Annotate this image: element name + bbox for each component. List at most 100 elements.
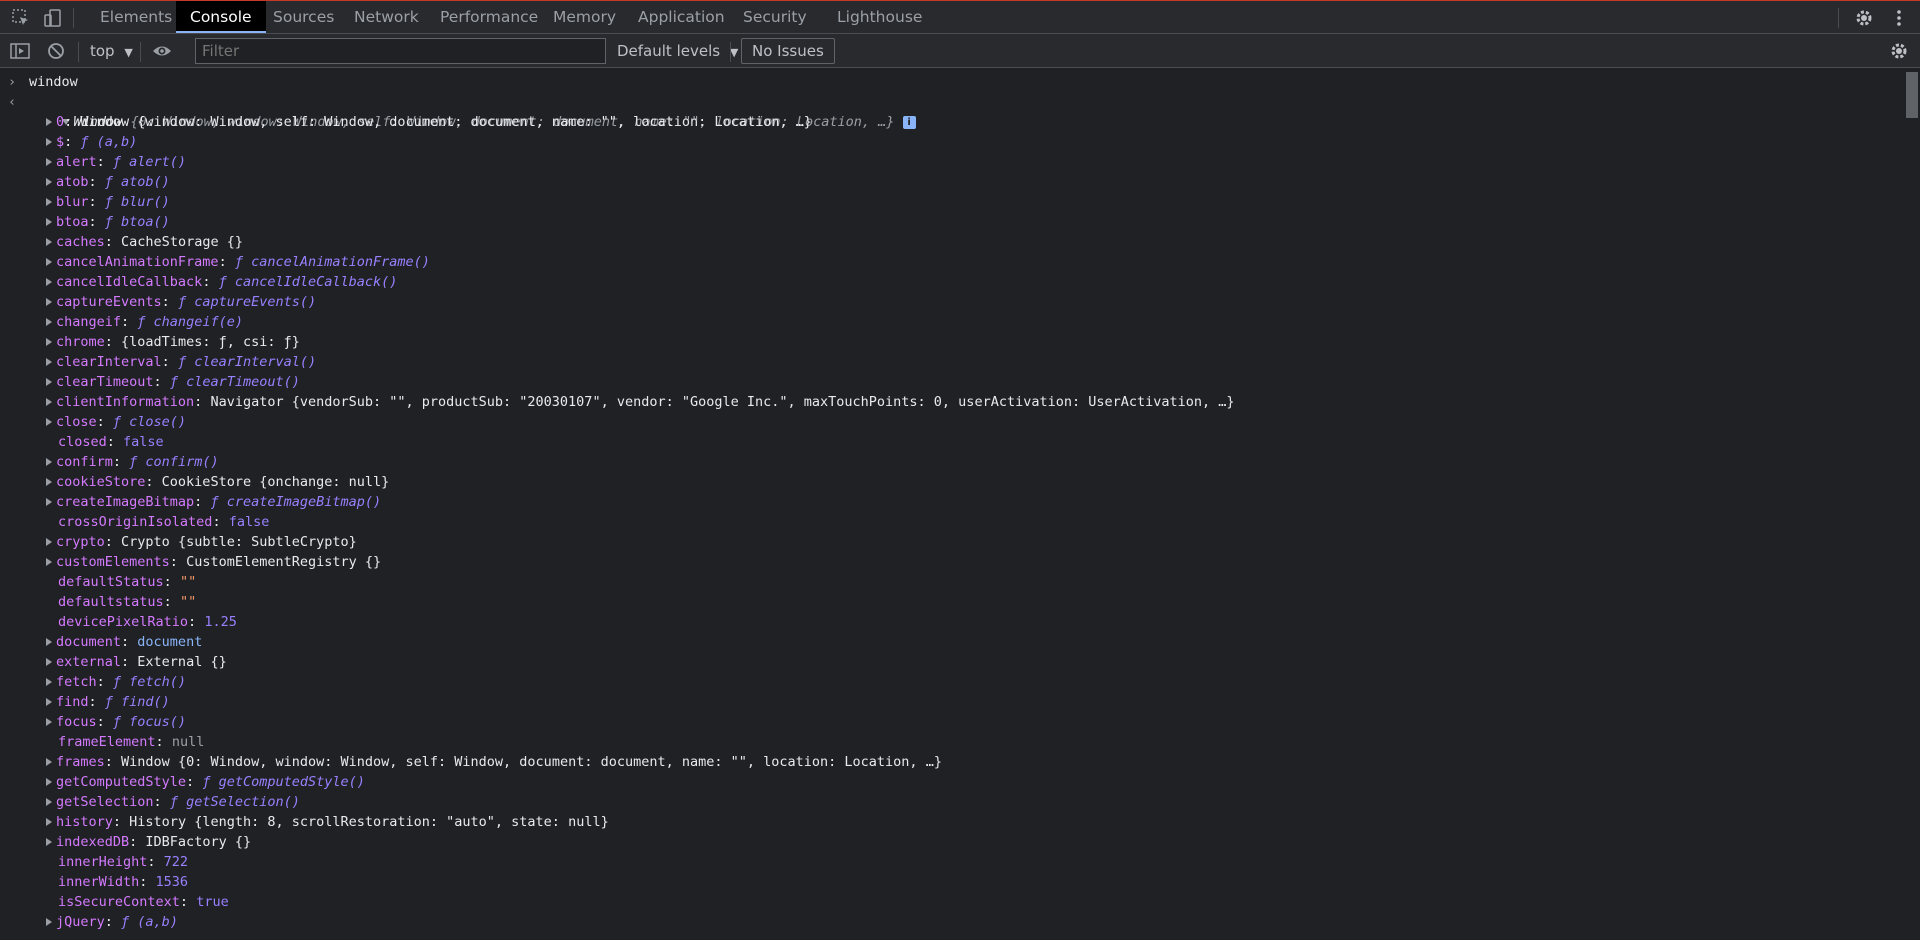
expand-triangle-icon[interactable] — [46, 238, 52, 246]
property-row[interactable]: alert: ƒ alert() — [46, 152, 186, 172]
expand-triangle-icon[interactable] — [46, 338, 52, 346]
property-row[interactable]: jQuery: ƒ (a,b) — [46, 912, 178, 932]
property-row[interactable]: focus: ƒ focus() — [46, 712, 186, 732]
expand-triangle-icon[interactable] — [46, 538, 52, 546]
property-row[interactable]: devicePixelRatio: 1.25 — [58, 612, 237, 632]
property-row[interactable]: atob: ƒ atob() — [46, 172, 170, 192]
expand-triangle-icon[interactable] — [46, 678, 52, 686]
issues-button[interactable]: No Issues — [741, 38, 835, 64]
property-row[interactable]: 0: Window {window: Window, self: Window,… — [46, 112, 812, 132]
tab-memory[interactable]: Memory — [539, 1, 630, 33]
tab-lighthouse[interactable]: Lighthouse — [823, 1, 936, 33]
property-row[interactable]: innerWidth: 1536 — [58, 872, 188, 892]
window-object-summary[interactable]: Window {0: Window, window: Window, self:… — [29, 92, 916, 130]
tab-console[interactable]: Console — [176, 1, 266, 33]
property-row[interactable]: close: ƒ close() — [46, 412, 186, 432]
expand-triangle-icon[interactable] — [46, 778, 52, 786]
property-row[interactable]: innerHeight: 722 — [58, 852, 188, 872]
property-row[interactable]: find: ƒ find() — [46, 692, 170, 712]
console-settings-gear-icon[interactable] — [1888, 40, 1910, 62]
property-row[interactable]: external: External {} — [46, 652, 227, 672]
property-row[interactable]: isSecureContext: true — [58, 892, 229, 912]
console-scrollbar[interactable] — [1904, 68, 1920, 940]
filter-input[interactable] — [195, 38, 606, 64]
expand-triangle-icon[interactable] — [46, 658, 52, 666]
expand-triangle-icon[interactable] — [46, 218, 52, 226]
property-row[interactable]: crossOriginIsolated: false — [58, 512, 269, 532]
expand-triangle-icon[interactable] — [46, 138, 52, 146]
expand-triangle-icon[interactable] — [46, 198, 52, 206]
property-row[interactable]: getComputedStyle: ƒ getComputedStyle() — [46, 772, 365, 792]
property-row[interactable]: $: ƒ (a,b) — [46, 132, 137, 152]
tab-network[interactable]: Network — [340, 1, 433, 33]
expand-triangle-icon[interactable] — [46, 718, 52, 726]
property-row[interactable]: indexedDB: IDBFactory {} — [46, 832, 251, 852]
property-row[interactable]: confirm: ƒ confirm() — [46, 452, 219, 472]
property-row[interactable]: clientInformation: Navigator {vendorSub:… — [46, 392, 1235, 412]
tab-performance[interactable]: Performance — [426, 1, 552, 33]
property-row[interactable]: closed: false — [58, 432, 164, 452]
inspect-element-icon[interactable] — [10, 7, 32, 29]
property-row[interactable]: chrome: {loadTimes: ƒ, csi: ƒ} — [46, 332, 300, 352]
property-row[interactable]: clearInterval: ƒ clearInterval() — [46, 352, 316, 372]
property-row[interactable]: getSelection: ƒ getSelection() — [46, 792, 300, 812]
expand-triangle-icon[interactable] — [46, 638, 52, 646]
expand-triangle-icon[interactable] — [46, 698, 52, 706]
property-row[interactable]: cancelAnimationFrame: ƒ cancelAnimationF… — [46, 252, 430, 272]
tab-application[interactable]: Application — [624, 1, 739, 33]
console-input-line[interactable]: window — [29, 72, 78, 92]
expand-triangle-icon[interactable] — [46, 298, 52, 306]
expand-triangle-icon[interactable] — [46, 498, 52, 506]
expand-triangle-icon[interactable] — [46, 278, 52, 286]
expand-triangle-icon[interactable] — [46, 118, 52, 126]
property-row[interactable]: blur: ƒ blur() — [46, 192, 170, 212]
expand-triangle-icon[interactable] — [46, 458, 52, 466]
expand-triangle-icon[interactable] — [46, 478, 52, 486]
log-levels-dropdown[interactable]: Default levels ▼ — [617, 42, 738, 60]
info-icon[interactable]: i — [902, 115, 916, 129]
expand-triangle-icon[interactable] — [46, 558, 52, 566]
tab-elements[interactable]: Elements — [86, 1, 186, 33]
expand-triangle-icon[interactable] — [46, 398, 52, 406]
expand-triangle-icon[interactable] — [46, 418, 52, 426]
expand-triangle-icon[interactable] — [46, 378, 52, 386]
property-row[interactable]: customElements: CustomElementRegistry {} — [46, 552, 381, 572]
property-row[interactable]: btoa: ƒ btoa() — [46, 212, 170, 232]
property-row[interactable]: defaultstatus: "" — [58, 592, 196, 612]
property-row[interactable]: createImageBitmap: ƒ createImageBitmap() — [46, 492, 381, 512]
property-row[interactable]: caches: CacheStorage {} — [46, 232, 243, 252]
tab-sources[interactable]: Sources — [259, 1, 348, 33]
property-row[interactable]: changeif: ƒ changeif(e) — [46, 312, 243, 332]
more-options-icon[interactable] — [1888, 7, 1910, 29]
property-row[interactable]: defaultStatus: "" — [58, 572, 196, 592]
expand-triangle-icon[interactable] — [46, 258, 52, 266]
expand-triangle-icon[interactable] — [46, 758, 52, 766]
tab-security[interactable]: Security — [729, 1, 821, 33]
expand-triangle-icon[interactable] — [46, 358, 52, 366]
property-row[interactable]: clearTimeout: ƒ clearTimeout() — [46, 372, 300, 392]
property-row[interactable]: history: History {length: 8, scrollResto… — [46, 812, 609, 832]
scrollbar-thumb[interactable] — [1906, 72, 1918, 118]
context-selector[interactable]: top ▼ — [90, 42, 133, 60]
expand-triangle-icon[interactable] — [46, 838, 52, 846]
property-row[interactable]: crypto: Crypto {subtle: SubtleCrypto} — [46, 532, 357, 552]
property-row[interactable]: captureEvents: ƒ captureEvents() — [46, 292, 316, 312]
expand-triangle-icon[interactable] — [46, 158, 52, 166]
expand-triangle-icon[interactable] — [46, 818, 52, 826]
property-row[interactable]: frames: Window {0: Window, window: Windo… — [46, 752, 942, 772]
show-sidebar-icon[interactable] — [9, 40, 31, 62]
property-row[interactable]: cancelIdleCallback: ƒ cancelIdleCallback… — [46, 272, 397, 292]
settings-gear-icon[interactable] — [1853, 7, 1875, 29]
expand-triangle-icon[interactable] — [46, 178, 52, 186]
console-output[interactable]: › window ‹ Window {0: Window, window: Wi… — [0, 68, 1904, 940]
property-row[interactable]: frameElement: null — [58, 732, 204, 752]
property-row[interactable]: cookieStore: CookieStore {onchange: null… — [46, 472, 389, 492]
device-toolbar-icon[interactable] — [42, 7, 64, 29]
clear-console-icon[interactable] — [45, 40, 67, 62]
live-expression-eye-icon[interactable] — [151, 40, 173, 62]
expand-triangle-icon[interactable] — [46, 318, 52, 326]
property-row[interactable]: document: document — [46, 632, 202, 652]
property-row[interactable]: fetch: ƒ fetch() — [46, 672, 186, 692]
expand-triangle-icon[interactable] — [46, 918, 52, 926]
expand-triangle-icon[interactable] — [46, 798, 52, 806]
